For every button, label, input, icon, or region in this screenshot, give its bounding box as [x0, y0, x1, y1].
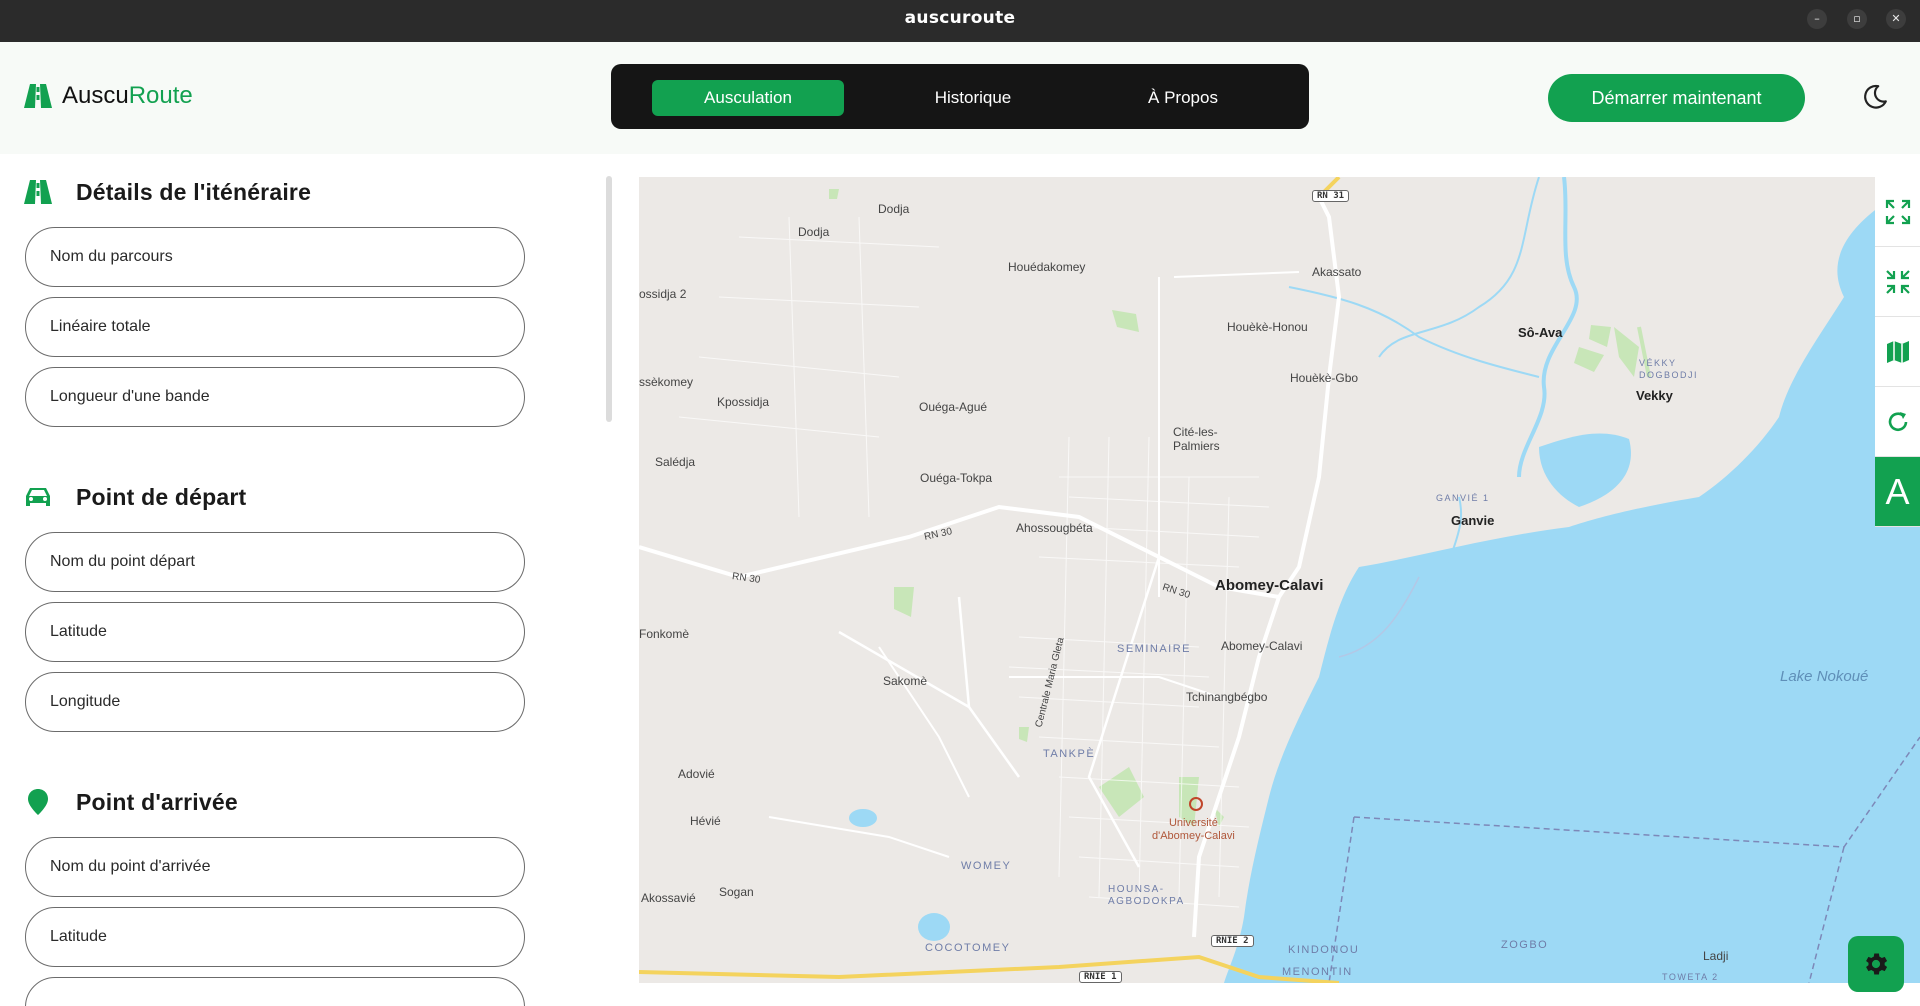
car-icon [26, 488, 50, 506]
start-name-input[interactable] [25, 532, 525, 592]
map-label: VÉKKY DOGBODJI [1639, 358, 1699, 380]
section-start-point: Point de départ [24, 483, 246, 511]
map-label: Abomey-Calavi [1215, 577, 1324, 594]
map-label: Houèkè-Honou [1227, 320, 1308, 334]
map-label: GANVIÉ 1 [1436, 493, 1490, 503]
map-controls: A [1875, 177, 1920, 527]
map-label: Ouéga-Agué [919, 400, 988, 414]
map-label: Hévié [690, 814, 721, 828]
map-label: HOUNSA- AGBODOKPA [1108, 884, 1185, 907]
map-label: Cité-les- Palmiers [1173, 425, 1220, 453]
map-label: Sogan [719, 885, 754, 899]
logo-text-part1: Auscu [62, 82, 129, 109]
total-length-input[interactable] [25, 297, 525, 357]
window-titlebar: auscuroute – ▫ ✕ [0, 0, 1920, 42]
map-label: Kpossidja [717, 395, 770, 409]
start-latitude-input[interactable] [25, 602, 525, 662]
window-title: auscuroute [904, 8, 1016, 28]
map-label: Lake Nokoué [1780, 668, 1869, 685]
university-icon [1189, 797, 1203, 811]
close-icon[interactable]: ✕ [1886, 9, 1906, 29]
map-label: Ganvie [1451, 513, 1495, 528]
map-label: Tchinangbégbo [1186, 690, 1268, 704]
refresh-icon[interactable] [1875, 387, 1920, 457]
map-label: WOMEY [961, 860, 1012, 872]
map-label: Akassato [1312, 265, 1362, 279]
map-label: ossidja 2 [639, 287, 687, 301]
road-shield: RNIE 2 [1211, 935, 1254, 947]
road-shield: RNIE 1 [1079, 971, 1122, 983]
map-label: Université d'Abomey-Calavi [1152, 817, 1235, 842]
map-icon[interactable] [1875, 317, 1920, 387]
road-icon [24, 84, 52, 108]
section-title: Point de départ [76, 483, 247, 510]
map-view[interactable]: Dodja Dodja Houédakomey Akassato ossidja… [639, 177, 1920, 983]
map-label: Abomey-Calavi [1221, 639, 1303, 653]
collapse-icon[interactable] [1875, 247, 1920, 317]
app-logo[interactable]: AuscuRoute [24, 82, 193, 110]
section-title: Détails de l'iténéraire [76, 178, 312, 205]
band-length-input[interactable] [25, 367, 525, 427]
road-shield: RN 31 [1312, 190, 1350, 202]
map-label: TANKPÈ [1043, 748, 1096, 760]
map-label: Sakomè [883, 674, 928, 688]
map-label: ZOGBO [1501, 939, 1549, 951]
map-label: TOWETA 2 [1662, 972, 1719, 982]
map-label: Adovié [678, 767, 715, 781]
map-label: Sô-Ava [1518, 325, 1563, 340]
road-icon [24, 180, 52, 204]
map-pin-icon [28, 789, 48, 815]
logo-text: AuscuRoute [62, 82, 193, 110]
tab-historique[interactable]: Historique [887, 80, 1059, 116]
section-title: Point d'arrivée [76, 788, 238, 815]
moon-icon[interactable] [1862, 84, 1888, 110]
start-now-button[interactable]: Démarrer maintenant [1548, 74, 1805, 122]
expand-icon[interactable] [1875, 177, 1920, 247]
map-label: MENONTIN [1282, 966, 1353, 978]
main-tabs: Ausculation Historique À Propos [611, 64, 1309, 129]
app-header: AuscuRoute Ausculation Historique À Prop… [0, 42, 1920, 154]
panel-scrollbar[interactable] [606, 176, 612, 422]
map-label: Houèkè-Gbo [1290, 371, 1359, 385]
map-label: Dodja [798, 225, 830, 239]
end-latitude-input[interactable] [25, 907, 525, 967]
tab-ausculation[interactable]: Ausculation [652, 80, 844, 116]
section-end-point: Point d'arrivée [24, 788, 238, 816]
map-label: Ouéga-Tokpa [920, 471, 993, 485]
map-label: Vekky [1636, 388, 1673, 403]
map-label: Dodja [878, 202, 910, 216]
map-label: Ahossougbéta [1016, 521, 1093, 535]
map-label: ssèkomey [639, 375, 694, 389]
minimize-icon[interactable]: – [1807, 9, 1827, 29]
map-label: COCOTOMEY [925, 942, 1011, 954]
section-route-details: Détails de l'iténéraire [24, 178, 311, 206]
map-label: KINDONOU [1288, 944, 1360, 956]
end-name-input[interactable] [25, 837, 525, 897]
restore-icon[interactable]: ▫ [1847, 9, 1867, 29]
font-icon[interactable]: A [1875, 457, 1920, 527]
map-label: Houédakomey [1008, 260, 1086, 274]
map-label: Akossavié [641, 891, 696, 905]
route-form-panel: Détails de l'iténéraire Point de départ … [0, 154, 615, 1006]
map-label: SEMINAIRE [1117, 643, 1192, 655]
tab-a-propos[interactable]: À Propos [1101, 80, 1265, 116]
map-label: Salédja [655, 455, 696, 469]
logo-text-part2: Route [128, 82, 193, 109]
map-label: Fonkomè [639, 627, 690, 641]
map-label: Ladji [1703, 949, 1729, 963]
end-longitude-input[interactable] [25, 977, 525, 1006]
route-name-input[interactable] [25, 227, 525, 287]
start-longitude-input[interactable] [25, 672, 525, 732]
gear-icon[interactable] [1848, 936, 1904, 992]
